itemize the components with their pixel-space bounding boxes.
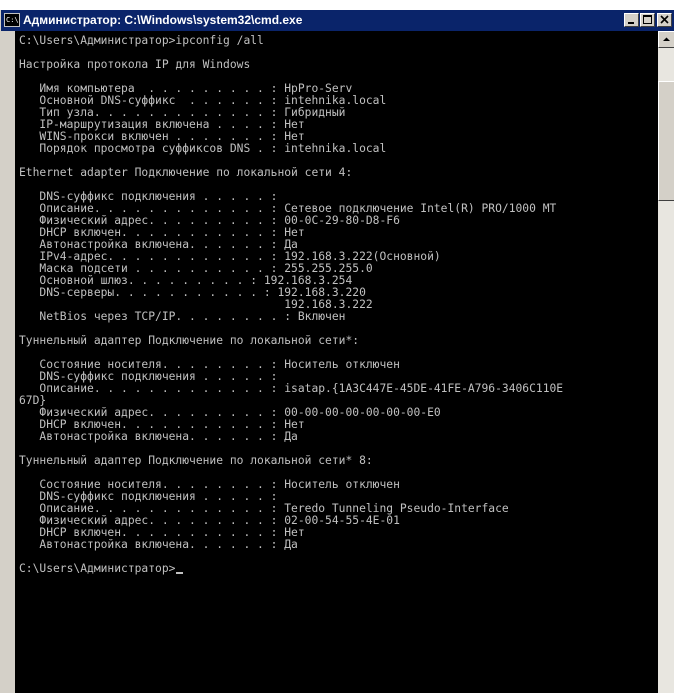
maximize-button[interactable] <box>640 13 655 27</box>
minimize-button[interactable] <box>624 13 639 27</box>
close-button[interactable] <box>657 13 672 27</box>
vertical-scrollbar[interactable] <box>658 31 674 693</box>
close-icon <box>660 15 669 24</box>
maximize-icon <box>643 15 652 24</box>
window-title: Администратор: C:\Windows\system32\cmd.e… <box>23 13 303 27</box>
cmd-window: C:\ Администратор: C:\Windows\system32\c… <box>0 10 674 693</box>
console-line: Автонастройка включена. . . . . . : Да <box>19 430 298 443</box>
window-frame-left <box>1 31 15 693</box>
console-output[interactable]: C:\Users\Администратор>ipconfig /all Наст… <box>15 31 658 693</box>
scroll-up-button[interactable] <box>658 31 674 48</box>
console-line: Ethernet adapter Подключение по локально… <box>19 166 353 179</box>
console-line: Туннельный адаптер Подключение по локаль… <box>19 334 360 347</box>
console-line: Порядок просмотра суффиксов DNS . : inte… <box>19 142 387 155</box>
title-bar[interactable]: C:\ Администратор: C:\Windows\system32\c… <box>1 10 674 31</box>
scrollbar-thumb[interactable] <box>658 81 674 201</box>
text-cursor <box>176 572 184 574</box>
console-prompt-line[interactable]: C:\Users\Администратор> <box>19 563 563 575</box>
cmd-icon-label: C:\ <box>6 16 19 24</box>
cmd-icon[interactable]: C:\ <box>4 13 20 27</box>
console-line: Туннельный адаптер Подключение по локаль… <box>19 454 373 467</box>
console-lines: C:\Users\Администратор>ipconfig /all Наст… <box>19 35 563 575</box>
minimize-icon <box>628 22 634 24</box>
arrow-up-icon <box>663 37 670 41</box>
console-line: NetBios через TCP/IP. . . . . . . . : Вк… <box>19 310 346 323</box>
console-line: Настройка протокола IP для Windows <box>19 58 251 71</box>
console-line: Описание. . . . . . . . . . . . . : isat… <box>19 382 564 395</box>
console-prompt: C:\Users\Администратор> <box>19 562 176 575</box>
console-line: C:\Users\Администратор>ipconfig /all <box>19 34 264 47</box>
console-line: Автонастройка включена. . . . . . : Да <box>19 538 298 551</box>
